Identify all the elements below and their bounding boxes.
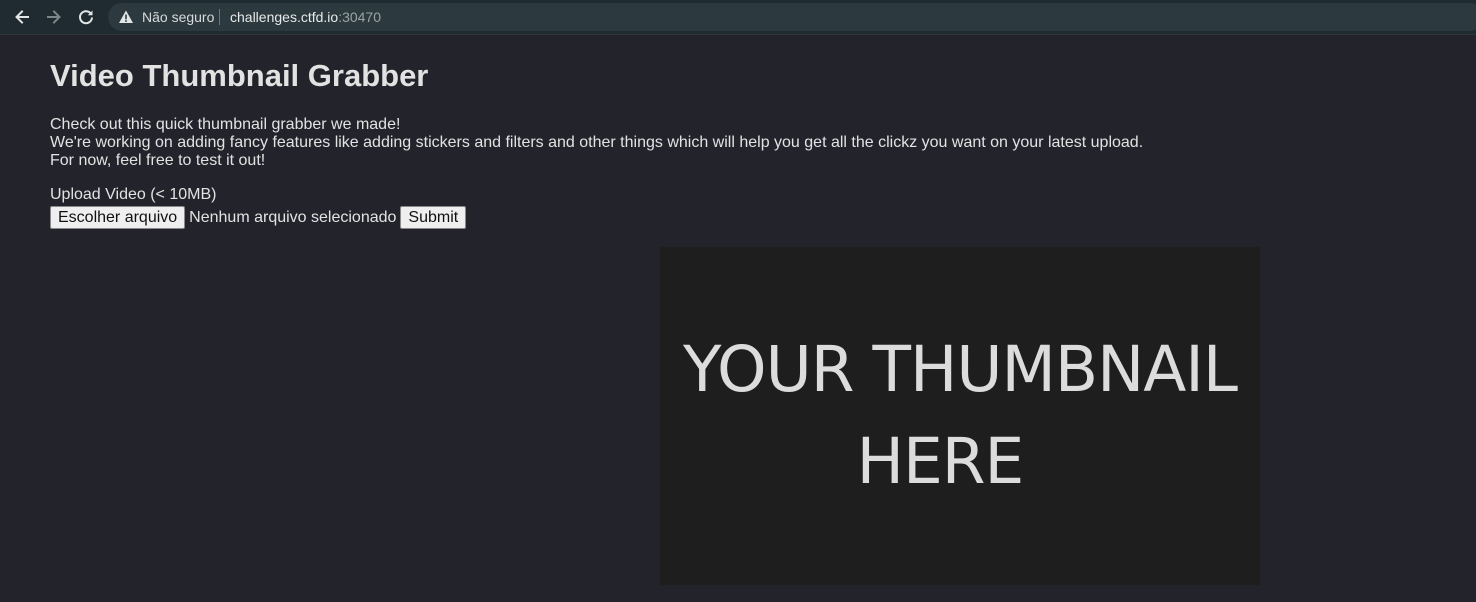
intro-line: We're working on adding fancy features l… <box>50 134 1144 151</box>
thumbnail-placeholder: YOUR THUMBNAIL HERE <box>660 247 1260 585</box>
forward-button[interactable] <box>44 7 64 27</box>
intro-text: Check out this quick thumbnail grabber w… <box>50 116 1143 170</box>
page-title: Video Thumbnail Grabber <box>50 58 429 93</box>
reload-button[interactable] <box>76 7 96 27</box>
upload-form: Escolher arquivo Nenhum arquivo selecion… <box>50 206 467 229</box>
intro-line: For now, feel free to test it out! <box>50 152 266 169</box>
security-status-label[interactable]: Não seguro <box>142 9 214 25</box>
back-arrow-icon <box>15 10 29 24</box>
thumbnail-placeholder-text: YOUR THUMBNAIL HERE <box>683 324 1238 508</box>
choose-file-button[interactable]: Escolher arquivo <box>50 206 186 229</box>
url-text[interactable]: challenges.ctfd.io:30470 <box>230 9 381 25</box>
thumbnail-line: YOUR THUMBNAIL <box>683 333 1238 406</box>
address-bar[interactable]: Não seguro challenges.ctfd.io:30470 <box>108 3 1476 31</box>
forward-arrow-icon <box>47 10 61 24</box>
url-host: challenges.ctfd.io <box>230 9 339 25</box>
address-divider <box>219 9 220 25</box>
reload-icon <box>79 10 93 25</box>
warning-icon[interactable] <box>118 9 134 25</box>
page-content: Video Thumbnail Grabber Check out this q… <box>0 36 1476 602</box>
upload-label: Upload Video (< 10MB) <box>50 186 217 203</box>
file-status-text: Nenhum arquivo selecionado <box>189 208 397 226</box>
thumbnail-line: HERE <box>856 425 1025 498</box>
submit-button[interactable]: Submit <box>400 206 467 229</box>
intro-line: Check out this quick thumbnail grabber w… <box>50 116 401 133</box>
back-button[interactable] <box>12 7 32 27</box>
url-port: :30470 <box>338 9 382 25</box>
browser-toolbar: Não seguro challenges.ctfd.io:30470 <box>0 0 1476 35</box>
